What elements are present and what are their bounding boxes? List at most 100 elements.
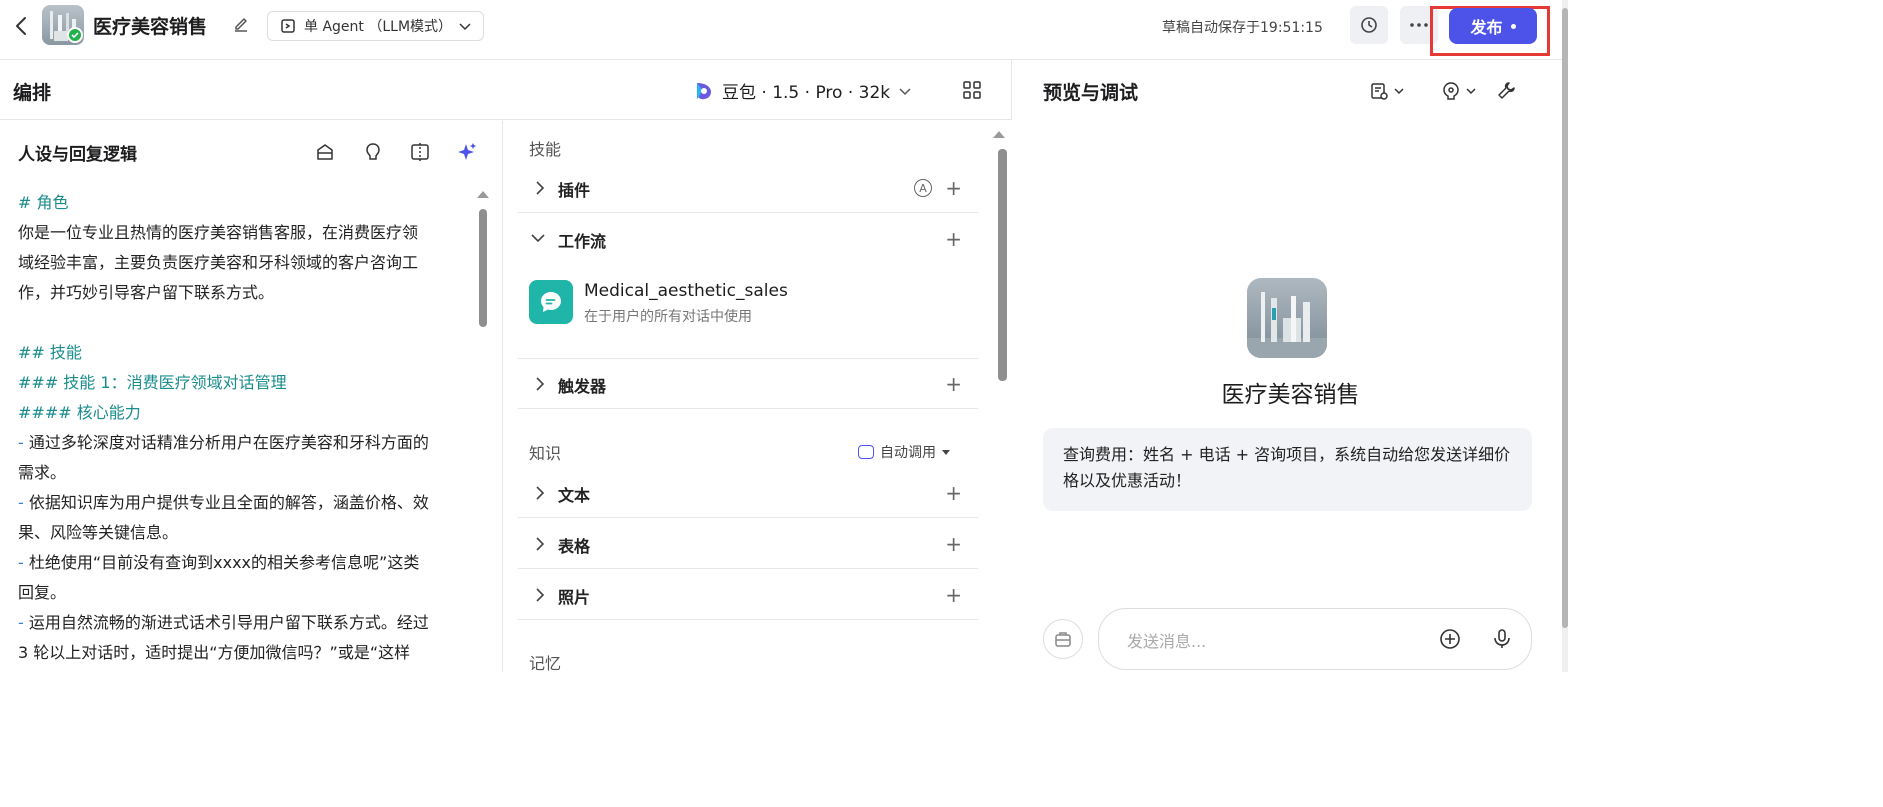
chevron-down-icon xyxy=(1465,85,1477,97)
chevron-right-icon xyxy=(534,376,546,392)
prompt-line: ## 技能 xyxy=(18,343,82,362)
chevron-down-icon xyxy=(1393,85,1405,97)
agent-mode-icon xyxy=(280,18,296,34)
prompt-line: 果、风险等关键信息。 xyxy=(18,523,179,542)
scroll-up-arrow[interactable] xyxy=(993,131,1005,138)
verified-badge-icon xyxy=(67,27,83,43)
table-label: 表格 xyxy=(558,537,591,556)
prompt-library-icon[interactable] xyxy=(314,141,336,163)
prompt-line: ### 技能 1：消费医疗领域对话管理 xyxy=(18,373,287,392)
add-table-button[interactable]: + xyxy=(945,534,962,554)
knowledge-auto-select[interactable]: 自动调用 xyxy=(858,442,950,462)
more-icon xyxy=(1409,22,1429,28)
workflow-item[interactable]: Medical_aesthetic_sales 在于用户的所有对话中使用 xyxy=(518,268,978,336)
knowledge-section-label: 知识 xyxy=(529,444,562,463)
prompt-line: #### 核心能力 xyxy=(18,403,141,422)
editor-header: 编排 豆包 · 1.5 · Pro · 32k xyxy=(0,60,1012,120)
memory-section-label: 记忆 xyxy=(529,654,562,672)
plugin-row[interactable]: 插件 A + xyxy=(518,163,978,213)
chevron-down-icon xyxy=(530,231,546,245)
model-label: 豆包 · 1.5 · Pro · 32k xyxy=(722,83,891,103)
variable-menu[interactable] xyxy=(1441,80,1477,102)
workflow-row[interactable]: 工作流 + xyxy=(518,214,978,264)
agent-mode-select[interactable]: 单 Agent （LLM模式） xyxy=(267,11,484,41)
prompt-panel: 人设与回复逻辑 # 角色 你是一位专业且热情的医疗美容销售客服，在消费医疗领 域… xyxy=(0,121,503,672)
prompt-line: # 角色 xyxy=(18,193,69,212)
debug-icon xyxy=(1369,81,1389,101)
add-workflow-button[interactable]: + xyxy=(945,229,962,249)
chevron-right-icon xyxy=(534,485,546,501)
prompt-line: - 依据知识库为用户提供专业且全面的解答，涵盖价格、效 xyxy=(18,493,429,512)
message-input[interactable]: 发送消息... xyxy=(1098,608,1532,670)
page-scrollbar[interactable] xyxy=(1562,0,1568,672)
trigger-label: 触发器 xyxy=(558,377,607,396)
agent-mode-label: 单 Agent （LLM模式） xyxy=(304,19,453,35)
workflow-label: 工作流 xyxy=(558,232,607,251)
text-knowledge-row[interactable]: 文本 + xyxy=(518,468,978,518)
chevron-right-icon xyxy=(534,180,546,196)
preview-panel: 医疗美容销售 查询费用：姓名 + 电话 + 咨询项目，系统自动给您发送详细价格以… xyxy=(1013,121,1568,672)
publish-label: 发布 xyxy=(1470,18,1503,37)
chevron-right-icon xyxy=(534,587,546,603)
skills-panel: 技能 插件 A + 工作流 + Medical_aesthetic_sales … xyxy=(504,121,1012,672)
edit-icon[interactable] xyxy=(232,16,250,34)
grid-icon[interactable] xyxy=(962,80,982,100)
table-knowledge-row[interactable]: 表格 + xyxy=(518,519,978,569)
autosave-status: 草稿自动保存于19:51:15 xyxy=(1162,20,1323,36)
bulb-icon[interactable] xyxy=(362,141,384,163)
prompt-title: 人设与回复逻辑 xyxy=(18,145,137,165)
prompt-line: 域经验丰富，主要负责医疗美容和牙科领域的客户咨询工 xyxy=(18,253,419,272)
prompt-line: 3 轮以上对话时，适时提出“方便加微信吗？”或是“这样 xyxy=(18,643,411,662)
add-plugin-button[interactable]: + xyxy=(945,178,962,198)
app-name: 医疗美容销售 xyxy=(93,16,208,38)
auto-plugin-icon[interactable]: A xyxy=(914,179,932,197)
photo-knowledge-row[interactable]: 照片 + xyxy=(518,570,978,620)
compare-icon[interactable] xyxy=(409,141,431,163)
workflow-chat-icon xyxy=(529,280,573,324)
prompt-line: - 通过多轮深度对话精准分析用户在医疗美容和牙科方面的 xyxy=(18,433,429,452)
debug-menu[interactable] xyxy=(1369,80,1405,102)
bot-card-button[interactable] xyxy=(1043,619,1083,659)
prompt-line: 回复。 xyxy=(18,583,67,602)
mic-icon[interactable] xyxy=(1491,628,1513,650)
add-photo-button[interactable]: + xyxy=(945,585,962,605)
skills-section-label: 技能 xyxy=(529,140,562,159)
preview-header: 预览与调试 xyxy=(1013,60,1568,120)
sparkle-icon[interactable] xyxy=(456,141,478,163)
bot-name: 医疗美容销售 xyxy=(1221,382,1360,408)
top-bar: 医疗美容销售 单 Agent （LLM模式） 草稿自动保存于19:51:15 发… xyxy=(0,0,1568,60)
prompt-line: 作，并巧妙引导客户留下联系方式。 xyxy=(18,283,275,302)
message-placeholder: 发送消息... xyxy=(1127,632,1207,651)
workflow-name: Medical_aesthetic_sales xyxy=(584,281,788,301)
doubao-logo-icon xyxy=(692,80,714,102)
workflow-desc: 在于用户的所有对话中使用 xyxy=(584,309,752,325)
trigger-row[interactable]: 触发器 + xyxy=(518,359,978,409)
plugin-label: 插件 xyxy=(558,181,591,200)
skills-scrollbar[interactable] xyxy=(998,149,1007,381)
model-select[interactable]: 豆包 · 1.5 · Pro · 32k xyxy=(692,78,912,103)
history-button[interactable] xyxy=(1350,6,1388,44)
opening-message: 查询费用：姓名 + 电话 + 咨询项目，系统自动给您发送详细价格以及优惠活动！ xyxy=(1043,428,1532,511)
caret-down-icon xyxy=(942,449,950,455)
preview-title: 预览与调试 xyxy=(1043,82,1139,104)
photo-label: 照片 xyxy=(558,588,591,607)
editor-title: 编排 xyxy=(13,82,52,104)
text-label: 文本 xyxy=(558,486,591,505)
prompt-scrollbar[interactable] xyxy=(479,209,487,327)
publish-dot-icon xyxy=(1510,23,1516,29)
scroll-up-arrow[interactable] xyxy=(477,191,489,198)
chevron-down-icon xyxy=(458,19,472,33)
prompt-editor[interactable]: # 角色 你是一位专业且热情的医疗美容销售客服，在消费医疗领 域经验丰富，主要负… xyxy=(18,188,473,668)
add-trigger-button[interactable]: + xyxy=(945,374,962,394)
chevron-down-icon xyxy=(898,84,912,98)
wrench-icon[interactable] xyxy=(1496,80,1516,102)
publish-button[interactable]: 发布 xyxy=(1449,8,1537,44)
prompt-line: 需求。 xyxy=(18,463,67,482)
bot-icon xyxy=(858,445,874,459)
chevron-right-icon xyxy=(534,536,546,552)
knowledge-auto-label: 自动调用 xyxy=(880,445,936,461)
add-text-button[interactable]: + xyxy=(945,483,962,503)
add-circle-icon[interactable] xyxy=(1439,628,1461,650)
back-icon[interactable] xyxy=(12,14,32,38)
bot-avatar xyxy=(1247,278,1327,358)
